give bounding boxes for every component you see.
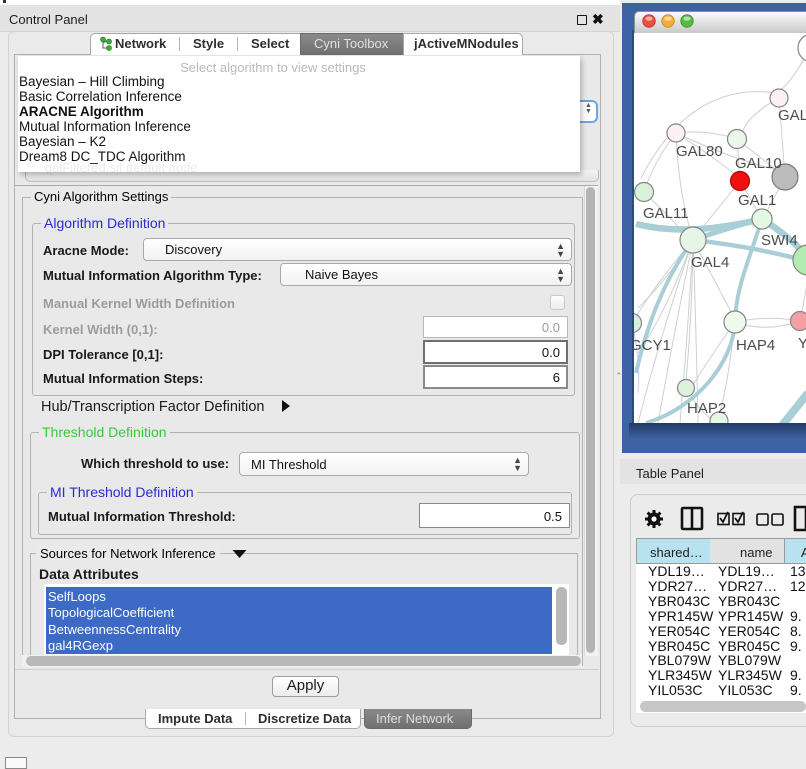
svg-text:HAP2: HAP2 — [687, 400, 726, 417]
svg-text:GAL11: GAL11 — [643, 205, 689, 222]
svg-text:GAL: GAL — [778, 107, 806, 124]
svg-text:GAL4: GAL4 — [691, 254, 729, 271]
svg-text:GAL10: GAL10 — [735, 155, 782, 172]
svg-text:GCY1: GCY1 — [634, 337, 671, 354]
svg-text:GAL1: GAL1 — [738, 192, 776, 209]
svg-text:Y: Y — [798, 335, 806, 352]
svg-text:HAP4: HAP4 — [736, 337, 775, 354]
svg-text:SWI4: SWI4 — [761, 232, 798, 249]
svg-text:GAL80: GAL80 — [676, 143, 723, 160]
